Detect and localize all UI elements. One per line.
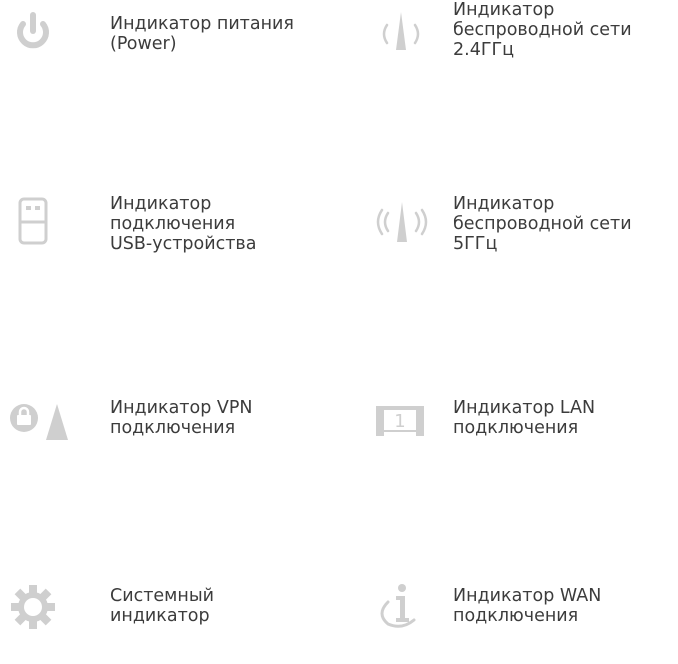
- power-icon: [8, 12, 78, 72]
- usb-indicator: Индикатор подключения USB-устройства: [8, 192, 328, 272]
- wifi-24ghz-icon: [360, 10, 430, 70]
- usb-icon: [8, 196, 78, 256]
- wifi-5ghz-icon: [360, 198, 430, 258]
- lan-port-icon: 1: [360, 400, 430, 460]
- lan-port-number: 1: [394, 411, 405, 432]
- indicator-label: Системный индикатор: [110, 586, 215, 626]
- info-globe-icon: [360, 580, 430, 640]
- power-indicator: Индикатор питания (Power): [8, 12, 328, 92]
- indicator-label: Индикатор WAN подключения: [453, 586, 602, 626]
- wan-indicator: Индикатор WAN подключения: [360, 584, 678, 664]
- system-indicator: Системный индикатор: [8, 584, 328, 664]
- wifi-5-indicator: Индикатор беспроводной сети 5ГГц: [360, 192, 678, 272]
- indicator-label: Индикатор VPN подключения: [110, 398, 253, 438]
- indicator-label: Индикатор беспроводной сети 2.4ГГц: [453, 0, 632, 60]
- indicator-label: Индикатор LAN подключения: [453, 398, 596, 438]
- indicator-label: Индикатор беспроводной сети 5ГГц: [453, 194, 632, 254]
- indicator-label: Индикатор подключения USB-устройства: [110, 194, 257, 254]
- vpn-lock-icon: [8, 398, 78, 458]
- vpn-indicator: Индикатор VPN подключения: [8, 396, 328, 476]
- gear-icon: [8, 582, 78, 642]
- indicator-label: Индикатор питания (Power): [110, 14, 294, 54]
- lan-indicator: 1 Индикатор LAN подключения: [360, 396, 678, 476]
- wifi-24-indicator: Индикатор беспроводной сети 2.4ГГц: [360, 0, 678, 80]
